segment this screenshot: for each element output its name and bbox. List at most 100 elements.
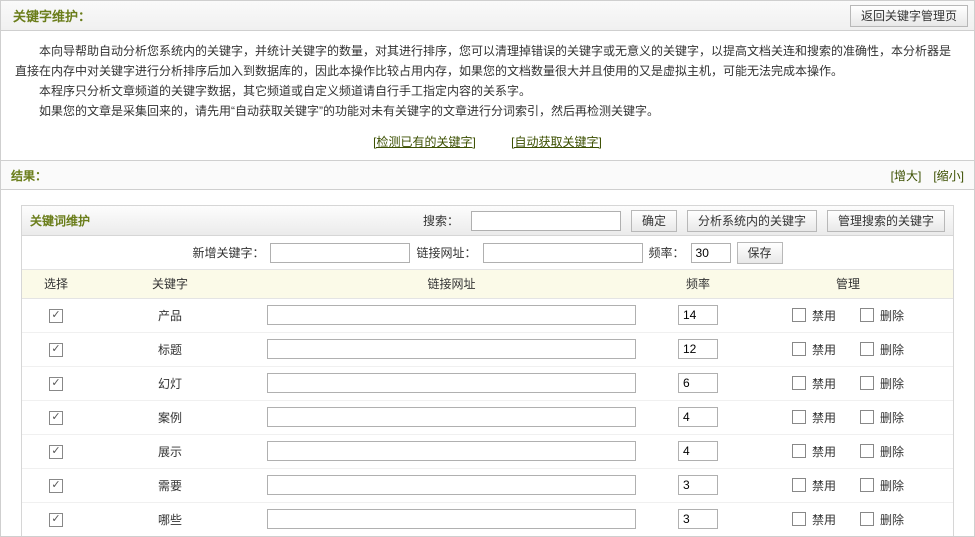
search-ok-button[interactable]: 确定 bbox=[631, 210, 677, 232]
row-freq-input[interactable] bbox=[678, 475, 718, 495]
save-button[interactable]: 保存 bbox=[737, 242, 783, 264]
row-freq-input[interactable] bbox=[678, 441, 718, 461]
analyze-button[interactable]: 分析系统内的关键字 bbox=[687, 210, 817, 232]
row-select-checkbox[interactable] bbox=[49, 309, 63, 323]
disable-action[interactable]: 禁用 bbox=[792, 443, 836, 460]
keyword-table: 选择 关键字 链接网址 频率 管理 产品禁用删除标题禁用删除幻灯禁用删除案例禁用… bbox=[22, 270, 953, 536]
delete-action[interactable]: 删除 bbox=[860, 511, 904, 528]
row-freq-input[interactable] bbox=[678, 339, 718, 359]
check-existing-link[interactable]: [检测已有的关键字] bbox=[373, 135, 476, 149]
col-keyword: 关键字 bbox=[90, 270, 250, 298]
row-freq-input[interactable] bbox=[678, 509, 718, 529]
delete-label: 删除 bbox=[880, 375, 904, 392]
delete-label: 删除 bbox=[880, 409, 904, 426]
delete-checkbox[interactable] bbox=[860, 410, 874, 424]
disable-label: 禁用 bbox=[812, 443, 836, 460]
row-url-input[interactable] bbox=[267, 441, 636, 461]
row-freq-input[interactable] bbox=[678, 305, 718, 325]
disable-action[interactable]: 禁用 bbox=[792, 375, 836, 392]
delete-action[interactable]: 删除 bbox=[860, 443, 904, 460]
row-select-checkbox[interactable] bbox=[49, 343, 63, 357]
result-label: 结果： bbox=[11, 167, 47, 184]
col-freq: 频率 bbox=[653, 270, 743, 298]
row-select-checkbox[interactable] bbox=[49, 445, 63, 459]
new-url-label: 链接网址： bbox=[416, 244, 476, 261]
search-input[interactable] bbox=[471, 211, 621, 231]
row-select-checkbox[interactable] bbox=[49, 377, 63, 391]
back-button[interactable]: 返回关键字管理页 bbox=[850, 5, 968, 27]
titlebar: 关键字维护： 返回关键字管理页 bbox=[1, 1, 974, 31]
row-keyword: 幻灯 bbox=[90, 366, 250, 400]
disable-checkbox[interactable] bbox=[792, 376, 806, 390]
row-url-input[interactable] bbox=[267, 407, 636, 427]
row-url-input[interactable] bbox=[267, 305, 636, 325]
desc-p2: 本程序只分析文章频道的关键字数据，其它频道或自定义频道请自行手工指定内容的关系字… bbox=[15, 81, 960, 101]
new-url-input[interactable] bbox=[483, 243, 643, 263]
delete-checkbox[interactable] bbox=[860, 444, 874, 458]
zoom-controls: [增大] [缩小] bbox=[891, 167, 964, 184]
result-bar: 结果： [增大] [缩小] bbox=[1, 160, 974, 190]
disable-checkbox[interactable] bbox=[792, 308, 806, 322]
row-select-checkbox[interactable] bbox=[49, 411, 63, 425]
shrink-link[interactable]: [缩小] bbox=[933, 169, 964, 183]
delete-label: 删除 bbox=[880, 511, 904, 528]
new-keyword-input[interactable] bbox=[270, 243, 410, 263]
table-row: 标题禁用删除 bbox=[22, 332, 953, 366]
disable-action[interactable]: 禁用 bbox=[792, 341, 836, 358]
delete-checkbox[interactable] bbox=[860, 308, 874, 322]
panel-title: 关键词维护 bbox=[30, 212, 90, 229]
disable-checkbox[interactable] bbox=[792, 478, 806, 492]
delete-checkbox[interactable] bbox=[860, 512, 874, 526]
row-keyword: 哪些 bbox=[90, 502, 250, 536]
disable-action[interactable]: 禁用 bbox=[792, 477, 836, 494]
col-url: 链接网址 bbox=[250, 270, 653, 298]
delete-checkbox[interactable] bbox=[860, 342, 874, 356]
row-freq-input[interactable] bbox=[678, 407, 718, 427]
col-manage: 管理 bbox=[743, 270, 953, 298]
row-url-input[interactable] bbox=[267, 509, 636, 529]
results-scroll[interactable]: 关键词维护 搜索： 确定 分析系统内的关键字 管理搜索的关键字 新增关键字： 链… bbox=[1, 197, 974, 536]
table-header-row: 选择 关键字 链接网址 频率 管理 bbox=[22, 270, 953, 298]
row-keyword: 需要 bbox=[90, 468, 250, 502]
search-label: 搜索： bbox=[423, 212, 459, 229]
table-row: 幻灯 禁用 删除 bbox=[22, 366, 953, 400]
row-keyword: 展示 bbox=[90, 434, 250, 468]
disable-label: 禁用 bbox=[812, 511, 836, 528]
manage-search-button[interactable]: 管理搜索的关键字 bbox=[827, 210, 945, 232]
delete-action[interactable]: 删除 bbox=[860, 341, 904, 358]
disable-checkbox[interactable] bbox=[792, 444, 806, 458]
delete-label: 删除 bbox=[880, 341, 904, 358]
delete-label: 删除 bbox=[880, 307, 904, 324]
table-row: 产品 禁用 删除 bbox=[22, 298, 953, 332]
delete-action[interactable]: 删除 bbox=[860, 307, 904, 324]
new-freq-input[interactable] bbox=[691, 243, 731, 263]
row-select-checkbox[interactable] bbox=[49, 513, 63, 527]
disable-action[interactable]: 禁用 bbox=[792, 409, 836, 426]
disable-action[interactable]: 禁用 bbox=[792, 307, 836, 324]
table-row: 需要 禁用 删除 bbox=[22, 468, 953, 502]
disable-checkbox[interactable] bbox=[792, 342, 806, 356]
row-url-input[interactable] bbox=[267, 373, 636, 393]
delete-action[interactable]: 删除 bbox=[860, 375, 904, 392]
description: 本向导帮助自动分析您系统内的关键字，并统计关键字的数量，对其进行排序，您可以清理… bbox=[1, 31, 974, 127]
row-keyword: 产品 bbox=[90, 298, 250, 332]
action-links: [检测已有的关键字] [自动获取关键字] bbox=[1, 127, 974, 160]
row-url-input[interactable] bbox=[267, 475, 636, 495]
delete-checkbox[interactable] bbox=[860, 376, 874, 390]
table-row: 哪些 禁用 删除 bbox=[22, 502, 953, 536]
new-freq-label: 频率： bbox=[649, 244, 685, 261]
row-freq-input[interactable] bbox=[678, 373, 718, 393]
row-select-checkbox[interactable] bbox=[49, 479, 63, 493]
delete-action[interactable]: 删除 bbox=[860, 409, 904, 426]
delete-checkbox[interactable] bbox=[860, 478, 874, 492]
disable-label: 禁用 bbox=[812, 477, 836, 494]
enlarge-link[interactable]: [增大] bbox=[891, 169, 922, 183]
disable-checkbox[interactable] bbox=[792, 410, 806, 424]
disable-action[interactable]: 禁用 bbox=[792, 511, 836, 528]
table-row: 案例禁用删除 bbox=[22, 400, 953, 434]
keyword-panel: 关键词维护 搜索： 确定 分析系统内的关键字 管理搜索的关键字 新增关键字： 链… bbox=[21, 205, 954, 536]
row-url-input[interactable] bbox=[267, 339, 636, 359]
disable-checkbox[interactable] bbox=[792, 512, 806, 526]
delete-action[interactable]: 删除 bbox=[860, 477, 904, 494]
auto-fetch-link[interactable]: [自动获取关键字] bbox=[511, 135, 602, 149]
